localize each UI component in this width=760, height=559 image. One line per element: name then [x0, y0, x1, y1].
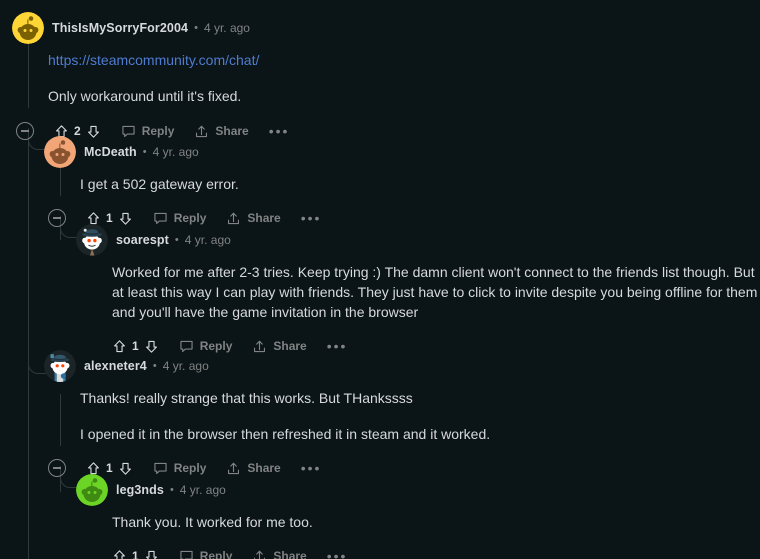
share-label: Share: [273, 549, 306, 559]
comment-paragraph: Thanks! really strange that this works. …: [80, 388, 490, 408]
reply-label: Reply: [174, 211, 207, 225]
ellipsis-icon[interactable]: •••: [301, 461, 322, 475]
ellipsis-icon[interactable]: •••: [327, 549, 348, 559]
comment-paragraph: Thank you. It worked for me too.: [112, 512, 347, 532]
share-upload-icon: [252, 549, 267, 559]
action-bar-5: 1 Reply Share •••: [112, 544, 347, 559]
vote-score: 1: [106, 211, 113, 225]
avatar-snoo-fedora[interactable]: [76, 224, 108, 256]
downvote-arrow-icon[interactable]: [144, 549, 159, 559]
minus-circle-icon[interactable]: [48, 209, 66, 227]
comment-timestamp[interactable]: 4 yr. ago: [204, 21, 250, 35]
comment-header: leg3nds • 4 yr. ago: [76, 474, 347, 506]
share-button[interactable]: Share: [252, 549, 306, 559]
avatar-snoo-yellow[interactable]: [12, 12, 44, 44]
comment-timestamp[interactable]: 4 yr. ago: [180, 483, 226, 497]
avatar-snoo-peach[interactable]: [44, 136, 76, 168]
comment-author[interactable]: leg3nds: [116, 483, 164, 497]
comment-paragraph: I opened it in the browser then refreshe…: [80, 424, 490, 444]
thread-line-depth-1-lower[interactable]: [28, 128, 29, 559]
ellipsis-icon[interactable]: •••: [301, 211, 322, 225]
comment-link[interactable]: https://steamcommunity.com/chat/: [48, 50, 289, 70]
comment-thread: ThisIsMySorryFor2004 • 4 yr. ago https:/…: [0, 0, 760, 559]
reply-label: Reply: [200, 549, 233, 559]
upvote-arrow-icon[interactable]: [112, 549, 127, 559]
comment-header: McDeath • 4 yr. ago: [44, 136, 321, 168]
speech-bubble-icon: [179, 549, 194, 559]
separator-dot: •: [153, 361, 157, 372]
comment-paragraph: I get a 502 gateway error.: [80, 174, 321, 194]
comment-3: soarespt • 4 yr. ago Worked for me after…: [76, 224, 756, 358]
comment-header: ThisIsMySorryFor2004 • 4 yr. ago: [12, 12, 289, 44]
separator-dot: •: [143, 147, 147, 158]
share-label: Share: [247, 461, 280, 475]
comment-paragraph: Only workaround until it's fixed.: [48, 86, 289, 106]
minus-circle-icon[interactable]: [16, 122, 34, 140]
comment-paragraph: Worked for me after 2-3 tries. Keep tryi…: [112, 262, 760, 322]
vote-score: 1: [132, 549, 139, 559]
reply-label: Reply: [174, 461, 207, 475]
vote-group: 1: [112, 549, 159, 559]
comment-author[interactable]: alexneter4: [84, 359, 147, 373]
separator-dot: •: [170, 485, 174, 496]
comment-header: soarespt • 4 yr. ago: [76, 224, 756, 256]
comment-1: ThisIsMySorryFor2004 • 4 yr. ago https:/…: [12, 12, 289, 143]
separator-dot: •: [194, 23, 198, 34]
comment-header: alexneter4 • 4 yr. ago: [44, 350, 490, 382]
vote-score: 1: [106, 461, 113, 475]
comment-4: alexneter4 • 4 yr. ago Thanks! really st…: [44, 350, 490, 480]
avatar-snoo-blue-hat[interactable]: [44, 350, 76, 382]
share-label: Share: [247, 211, 280, 225]
comment-author[interactable]: soarespt: [116, 233, 169, 247]
comment-author[interactable]: ThisIsMySorryFor2004: [52, 21, 188, 35]
separator-dot: •: [175, 235, 179, 246]
comment-timestamp[interactable]: 4 yr. ago: [153, 145, 199, 159]
comment-timestamp[interactable]: 4 yr. ago: [163, 359, 209, 373]
avatar-snoo-green[interactable]: [76, 474, 108, 506]
comment-5: leg3nds • 4 yr. ago Thank you. It worked…: [76, 474, 347, 559]
comment-timestamp[interactable]: 4 yr. ago: [185, 233, 231, 247]
reply-button[interactable]: Reply: [179, 549, 233, 559]
minus-circle-icon[interactable]: [48, 459, 66, 477]
comment-2: McDeath • 4 yr. ago I get a 502 gateway …: [44, 136, 321, 230]
comment-author[interactable]: McDeath: [84, 145, 137, 159]
